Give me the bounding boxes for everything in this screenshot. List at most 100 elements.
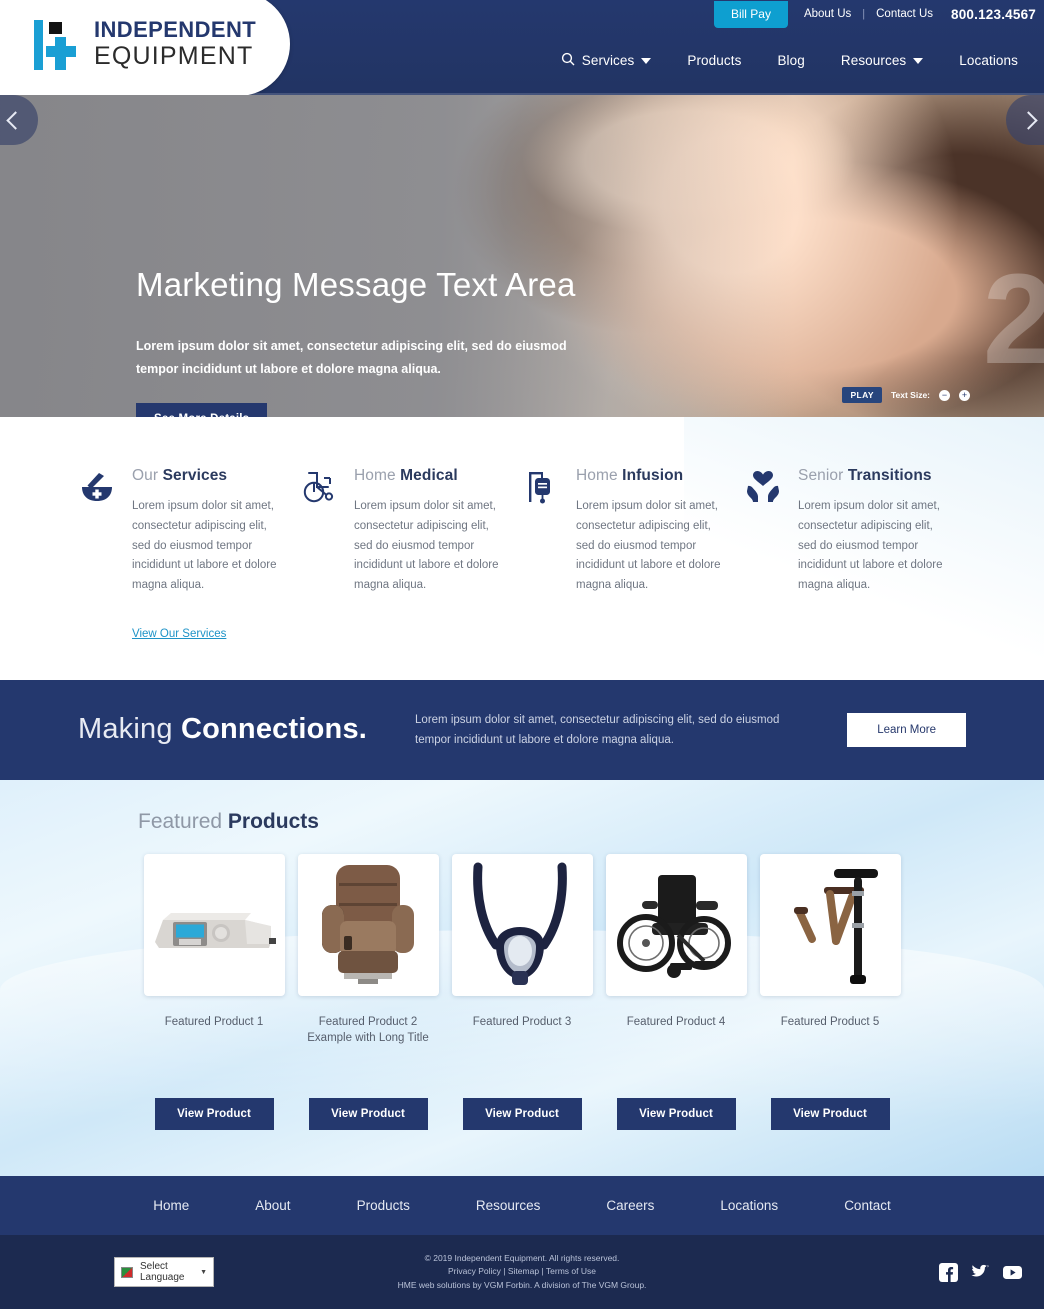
hero-carousel: 2 Marketing Message Text Area Lorem ipsu… xyxy=(0,95,1044,417)
view-product-button-5[interactable]: View Product xyxy=(770,1098,890,1131)
footer-link-contact[interactable]: Contact xyxy=(811,1198,924,1213)
text-size-decrease-button[interactable]: − xyxy=(939,389,950,401)
service-title-bold: Infusion xyxy=(622,467,684,484)
service-title-light: Our xyxy=(132,467,159,484)
mortar-and-pestle-icon xyxy=(78,467,118,596)
phone-number[interactable]: 800.123.4567 xyxy=(951,7,1036,22)
footer-link-careers[interactable]: Careers xyxy=(573,1198,687,1213)
footer-link-products[interactable]: Products xyxy=(324,1198,443,1213)
footer-link-locations[interactable]: Locations xyxy=(687,1198,811,1213)
bill-pay-button[interactable]: Bill Pay xyxy=(713,0,788,28)
terms-of-use-link[interactable]: Terms of Use xyxy=(546,1266,596,1276)
sitemap-link[interactable]: Sitemap xyxy=(508,1266,539,1276)
translate-flag-icon xyxy=(121,1266,133,1278)
social-links xyxy=(939,1262,1022,1282)
hero-subtitle: Lorem ipsum dolor sit amet, consectetur … xyxy=(136,338,567,376)
legal-separator-1: | xyxy=(503,1266,506,1277)
chevron-left-icon xyxy=(6,110,25,130)
text-size-increase-button[interactable]: + xyxy=(959,389,970,401)
iv-drip-icon xyxy=(522,467,562,596)
privacy-policy-link[interactable]: Privacy Policy xyxy=(448,1266,501,1276)
nav-item-products[interactable]: Products xyxy=(669,49,759,72)
featured-title-bold: Products xyxy=(227,810,319,834)
product-card[interactable]: Featured Product 1 xyxy=(143,854,285,1046)
text-size-label: Text Size: xyxy=(890,390,930,400)
product-card[interactable]: Featured Product 3 xyxy=(451,854,593,1046)
hero-controls: PLAY Text Size: − + xyxy=(842,387,970,403)
lift-recliner-chair-photo xyxy=(297,854,439,997)
folding-cane-photo xyxy=(759,854,901,997)
nav-item-blog[interactable]: Blog xyxy=(759,49,822,72)
service-title-bold: Medical xyxy=(400,467,458,484)
independent-equipment-logo-icon xyxy=(32,18,84,70)
view-product-button-3[interactable]: View Product xyxy=(462,1098,582,1131)
logo-line-2: EQUIPMENT xyxy=(94,42,254,70)
products-row: Featured Product 1 Featured Product 2 Ex… xyxy=(0,854,1044,1046)
service-title: Senior Transitions xyxy=(798,467,944,485)
service-title-light: Home xyxy=(576,467,618,484)
product-buttons-row: View Product View Product View Product V… xyxy=(0,1076,1044,1131)
footer-link-about[interactable]: About xyxy=(222,1198,323,1213)
services-section: 5 Our Services Lorem ipsum dolor sit ame… xyxy=(0,417,1044,680)
service-title-light: Senior xyxy=(798,467,844,484)
chevron-right-icon xyxy=(1019,110,1038,130)
product-name: Featured Product 2 Example with Long Tit… xyxy=(307,1016,429,1045)
service-body: Lorem ipsum dolor sit amet, consectetur … xyxy=(798,500,943,592)
service-card-our-services[interactable]: Our Services Lorem ipsum dolor sit amet,… xyxy=(78,467,300,596)
twitter-icon[interactable] xyxy=(971,1263,990,1282)
featured-products-title: Featured Products xyxy=(0,810,1044,854)
footer-nav: Home About Products Resources Careers Lo… xyxy=(0,1176,1044,1236)
product-card[interactable]: Featured Product 4 xyxy=(605,854,747,1046)
view-product-button-1[interactable]: View Product xyxy=(154,1098,274,1131)
service-card-home-medical[interactable]: Home Medical Lorem ipsum dolor sit amet,… xyxy=(300,467,522,596)
logo-line-1: INDEPENDENT xyxy=(94,17,257,42)
footer-link-resources[interactable]: Resources xyxy=(443,1198,574,1213)
service-card-senior-transitions[interactable]: Senior Transitions Lorem ipsum dolor sit… xyxy=(744,467,966,596)
connections-title-light: Making xyxy=(78,713,173,746)
footer-link-home[interactable]: Home xyxy=(120,1198,222,1213)
hero-title: Marketing Message Text Area xyxy=(136,266,576,303)
nav-item-services[interactable]: Services xyxy=(543,48,670,73)
language-selector[interactable]: Select Language ▼ xyxy=(114,1257,214,1288)
contact-us-link[interactable]: Contact Us xyxy=(876,8,933,20)
view-our-services-link[interactable]: View Our Services xyxy=(132,628,226,640)
utility-separator: | xyxy=(862,8,866,20)
service-body: Lorem ipsum dolor sit amet, consectetur … xyxy=(354,500,499,592)
youtube-icon[interactable] xyxy=(1003,1263,1022,1282)
chevron-down-icon xyxy=(641,57,652,64)
nav-item-resources[interactable]: Resources xyxy=(823,49,941,72)
see-more-details-button[interactable]: See More Details xyxy=(136,402,268,417)
wheelchair-photo xyxy=(605,854,747,997)
product-card[interactable]: Featured Product 5 xyxy=(759,854,901,1046)
view-product-button-2[interactable]: View Product xyxy=(308,1098,428,1131)
cpap-mask-photo xyxy=(451,854,593,997)
learn-more-button[interactable]: Learn More xyxy=(847,712,966,747)
service-body: Lorem ipsum dolor sit amet, consectetur … xyxy=(132,500,277,592)
logo[interactable]: INDEPENDENT EQUIPMENT xyxy=(0,0,290,96)
service-title: Our Services xyxy=(132,467,278,485)
service-title-bold: Services xyxy=(162,467,228,484)
search-icon[interactable] xyxy=(561,52,575,69)
product-name: Featured Product 3 xyxy=(472,1016,572,1029)
nav-label-locations: Locations xyxy=(959,53,1018,68)
connections-text: Lorem ipsum dolor sit amet, consectetur … xyxy=(415,713,780,746)
about-us-link[interactable]: About Us xyxy=(804,8,851,20)
service-title-bold: Transitions xyxy=(847,467,932,484)
product-card[interactable]: Featured Product 2 Example with Long Tit… xyxy=(297,854,439,1046)
site-header: INDEPENDENT EQUIPMENT Bill Pay About Us … xyxy=(0,0,1044,96)
chevron-down-icon: ▼ xyxy=(200,1268,207,1276)
facebook-icon[interactable] xyxy=(939,1262,958,1282)
footer-bottom: Select Language ▼ © 2019 Independent Equ… xyxy=(0,1235,1044,1309)
view-product-button-4[interactable]: View Product xyxy=(616,1098,736,1131)
connections-title: Making Connections. xyxy=(78,713,367,746)
service-body: Lorem ipsum dolor sit amet, consectetur … xyxy=(576,500,721,592)
service-card-home-infusion[interactable]: Home Infusion Lorem ipsum dolor sit amet… xyxy=(522,467,744,596)
service-title: Home Infusion xyxy=(576,467,722,485)
legal-separator-2: | xyxy=(541,1266,544,1277)
utility-nav: Bill Pay About Us | Contact Us 800.123.4… xyxy=(713,0,1036,28)
product-name: Featured Product 5 xyxy=(780,1016,880,1029)
play-button[interactable]: PLAY xyxy=(842,387,882,403)
nav-item-locations[interactable]: Locations xyxy=(941,49,1036,72)
nav-label-services: Services xyxy=(581,53,635,68)
featured-products-section: Featured Products Featured Product 1 Fea… xyxy=(0,780,1044,1177)
